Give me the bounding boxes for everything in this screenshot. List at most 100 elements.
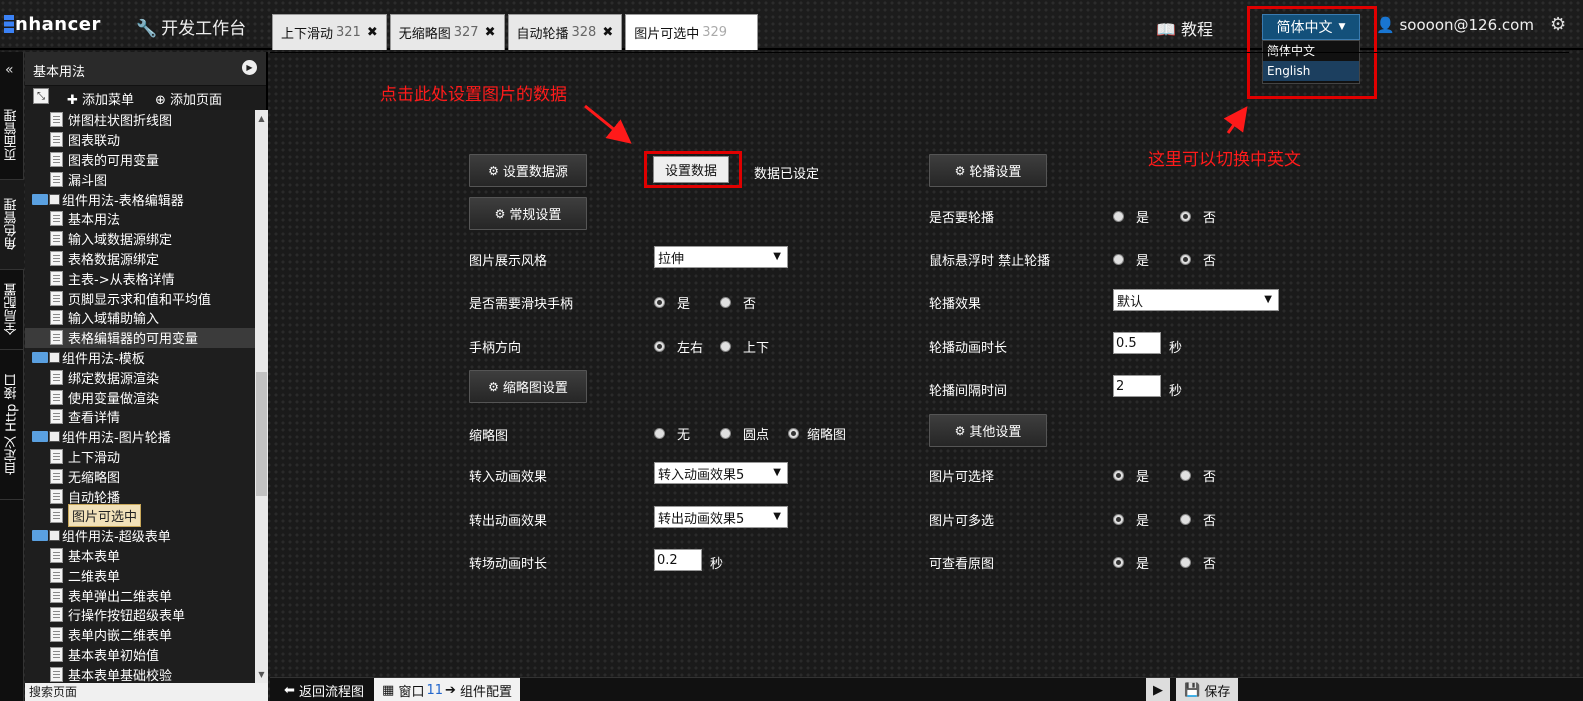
scroll-up-icon[interactable]: ▲ — [255, 112, 268, 125]
tree-page-item[interactable]: 表格数据源绑定 — [25, 249, 255, 269]
thumbnail-settings-button[interactable]: ⚙ 缩略图设置 — [469, 370, 587, 403]
sidebar-search[interactable]: 搜索页面 — [25, 683, 268, 701]
close-icon[interactable]: ✖ — [367, 25, 378, 40]
sidebar-scrollbar[interactable]: ▲ ▼ — [255, 110, 268, 683]
scroll-down-icon[interactable]: ▼ — [255, 668, 268, 681]
radio-label: 无 — [677, 428, 691, 443]
thumbnail-dot[interactable]: 圆点 — [720, 424, 769, 443]
selectable-yes[interactable]: 是 — [1113, 466, 1149, 485]
tree-page-item[interactable]: 自动轮播 — [25, 486, 255, 506]
radio-icon — [1180, 557, 1191, 568]
view-original-no[interactable]: 否 — [1180, 553, 1216, 572]
radio-icon — [1180, 254, 1191, 265]
selectable-no[interactable]: 否 — [1180, 466, 1216, 485]
save-label: 保存 — [1204, 684, 1231, 700]
carousel-effect-select[interactable]: 默认 ▼ — [1113, 289, 1279, 311]
rail-page-management[interactable]: 页面管理 — [0, 92, 24, 180]
app-logo[interactable]: nhancer — [4, 14, 101, 35]
close-icon[interactable]: ✖ — [602, 25, 613, 40]
select-value: 转出动画效果5 — [658, 511, 745, 527]
general-settings-button[interactable]: ⚙ 常规设置 — [469, 197, 587, 230]
tree-page-item[interactable]: 图表联动 — [25, 130, 255, 150]
tab-page-329[interactable]: 图片可选中 329 — [625, 14, 759, 50]
exit-anim-select[interactable]: 转出动画效果5 ▼ — [654, 506, 788, 528]
tree-page-item[interactable]: 输入域数据源绑定 — [25, 229, 255, 249]
hover-pause-yes[interactable]: 是 — [1113, 250, 1149, 269]
tree-label: 表单弹出二维表单 — [68, 589, 173, 605]
tree-page-item[interactable]: 表单内嵌二维表单 — [25, 625, 255, 645]
rail-http-interface[interactable]: 自定义 Http 接口 — [0, 350, 24, 500]
autoplay-yes[interactable]: 是 — [1113, 207, 1149, 226]
handle-direction-ud[interactable]: 上下 — [720, 337, 769, 356]
display-style-select[interactable]: 拉伸 ▼ — [654, 246, 788, 268]
tree-folder[interactable]: 组件用法-超级表单 — [25, 526, 255, 546]
autoplay-no[interactable]: 否 — [1180, 207, 1216, 226]
tree-page-item[interactable]: 行操作按钮超级表单 — [25, 605, 255, 625]
tree-page-item[interactable]: 基本表单 — [25, 546, 255, 566]
tab-page-321[interactable]: 上下滑动 321 ✖ — [272, 14, 387, 50]
slider-handle-no[interactable]: 否 — [720, 293, 756, 312]
add-menu-label: 添加菜单 — [82, 93, 135, 108]
gear-icon[interactable]: ⚙ — [1550, 14, 1566, 35]
close-icon[interactable]: ✖ — [485, 25, 496, 40]
tree-page-item[interactable]: 无缩略图 — [25, 466, 255, 486]
transition-duration-input[interactable]: 0.2 — [654, 549, 702, 571]
add-page-button[interactable]: ⊕ 添加页面 — [155, 89, 222, 108]
tree-page-item[interactable]: 图表的可用变量 — [25, 150, 255, 170]
tree-page-item[interactable]: 基本表单基础校验 — [25, 664, 255, 683]
view-original-yes[interactable]: 是 — [1113, 553, 1149, 572]
other-settings-button[interactable]: ⚙ 其他设置 — [929, 414, 1047, 447]
tree-label: 无缩略图 — [68, 470, 121, 486]
tree-page-item[interactable]: 绑定数据源渲染 — [25, 367, 255, 387]
book-icon: 📖 — [1156, 20, 1176, 39]
anim-duration-input[interactable]: 0.5 — [1113, 332, 1161, 354]
tree-page-item[interactable]: 基本用法 — [25, 209, 255, 229]
handle-direction-lr[interactable]: 左右 — [654, 337, 703, 356]
play-icon[interactable]: ▶ — [242, 60, 257, 75]
tree-page-item[interactable]: 饼图柱状图折线图 — [25, 110, 255, 130]
tree-page-item[interactable]: 查看详情 — [25, 407, 255, 427]
add-menu-button[interactable]: ✚ 添加菜单 — [67, 89, 134, 108]
datasource-button[interactable]: ⚙ 设置数据源 — [469, 154, 587, 187]
tree-page-item[interactable]: 基本表单初始值 — [25, 645, 255, 665]
tree-page-item[interactable]: 上下滑动 — [25, 447, 255, 467]
tree-page-item[interactable]: 二维表单 — [25, 565, 255, 585]
thumbnail-thumb[interactable]: 缩略图 — [788, 424, 846, 443]
tree-folder[interactable]: 组件用法-图片轮播 — [25, 427, 255, 447]
tree-page-item[interactable]: 表格编辑器的可用变量 — [25, 327, 255, 348]
dev-workbench-link[interactable]: 🔧 开发工作台 — [136, 14, 246, 39]
rail-global-config[interactable]: 全局配置 — [0, 270, 24, 350]
thumbnail-none[interactable]: 无 — [654, 424, 690, 443]
tab-page-328[interactable]: 自动轮播 328 ✖ — [507, 14, 623, 50]
tree-folder[interactable]: 组件用法-表格编辑器 — [25, 189, 255, 209]
carousel-settings-button[interactable]: ⚙ 轮播设置 — [929, 154, 1047, 187]
interval-input[interactable]: 2 — [1113, 375, 1161, 397]
page-icon — [50, 448, 63, 464]
tree-page-item[interactable]: 表单弹出二维表单 — [25, 585, 255, 605]
expand-icon[interactable]: ⤡ — [33, 88, 49, 104]
hover-pause-no[interactable]: 否 — [1180, 250, 1216, 269]
save-button[interactable]: 💾 保存 — [1176, 678, 1239, 701]
multi-select-no[interactable]: 否 — [1180, 510, 1216, 529]
slider-handle-yes[interactable]: 是 — [654, 293, 690, 312]
tab-page-327[interactable]: 无缩略图 327 ✖ — [389, 14, 505, 50]
tree-page-item[interactable]: 输入域辅助输入 — [25, 308, 255, 328]
enter-anim-select[interactable]: 转入动画效果5 ▼ — [654, 462, 788, 484]
tutorial-link[interactable]: 📖 教程 — [1156, 16, 1213, 40]
tree-page-item[interactable]: 主表->从表格详情 — [25, 268, 255, 288]
window-number[interactable]: 11 — [426, 683, 443, 698]
set-data-button[interactable]: 设置数据 — [653, 156, 729, 183]
tree-page-item[interactable]: 图片可选中 — [25, 504, 255, 528]
tree-page-item[interactable]: 漏斗图 — [25, 169, 255, 189]
scroll-thumb[interactable] — [256, 372, 267, 496]
rail-role-management[interactable]: 角色管理 — [0, 180, 24, 270]
tree-page-item[interactable]: 使用变量做渲染 — [25, 387, 255, 407]
collapse-icon[interactable]: « — [5, 62, 14, 78]
page-icon — [50, 627, 63, 643]
back-to-flowchart-button[interactable]: ⬅ 返回流程图 — [276, 678, 372, 701]
tree-folder[interactable]: 组件用法-模板 — [25, 348, 255, 368]
user-menu[interactable]: 👤 soooon@126.com — [1376, 16, 1534, 34]
tree-page-item[interactable]: 页脚显示求和值和平均值 — [25, 288, 255, 308]
preview-play-button[interactable]: ▶ — [1146, 678, 1170, 701]
multi-select-yes[interactable]: 是 — [1113, 510, 1149, 529]
